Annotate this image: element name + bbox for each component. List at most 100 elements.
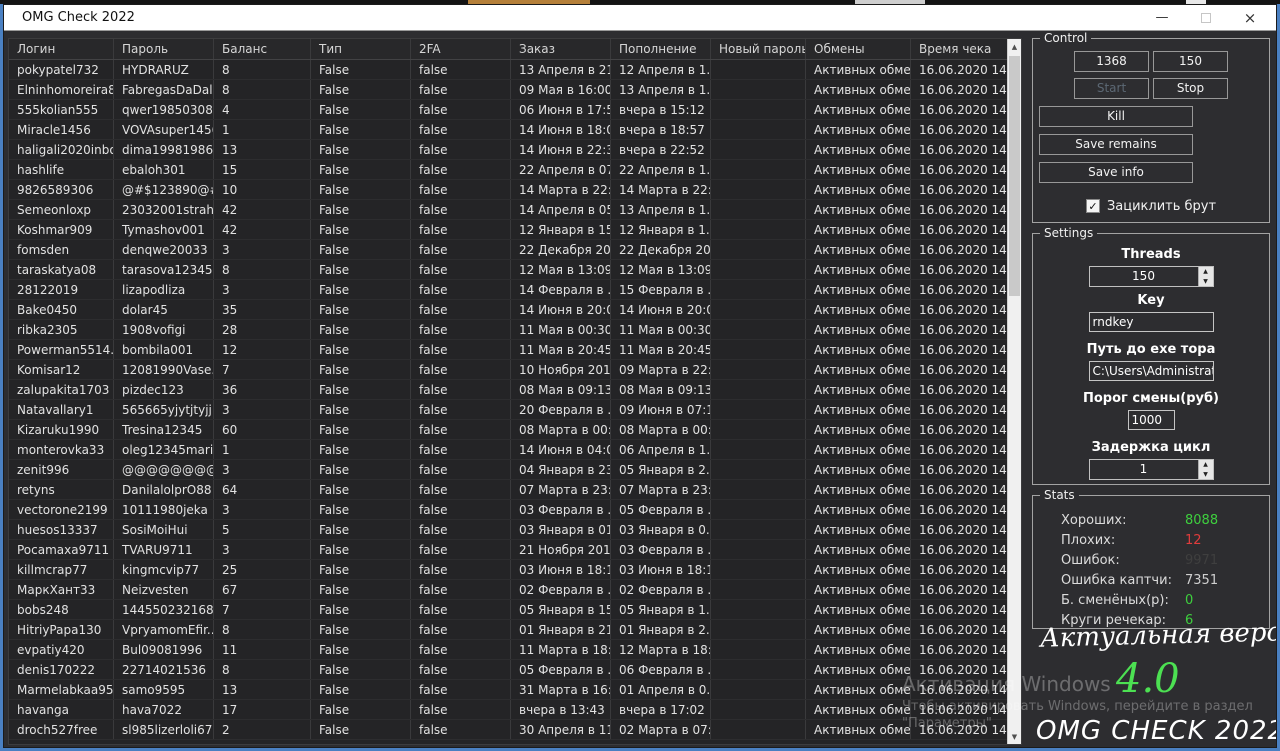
- column-header[interactable]: Баланс: [214, 39, 311, 59]
- stop-button[interactable]: Stop: [1153, 78, 1228, 99]
- vertical-scrollbar[interactable]: ▲ ▼: [1007, 39, 1021, 744]
- table-cell: Активных обме...: [806, 280, 911, 299]
- table-cell: False: [311, 180, 411, 199]
- table-row[interactable]: Koshmar909Tymashov00142Falsefalse12 Янва…: [9, 220, 1021, 240]
- table-cell: HitriyPapa130: [9, 620, 114, 639]
- table-row[interactable]: 9826589306@#$123890@#$10Falsefalse14 Мар…: [9, 180, 1021, 200]
- table-cell: False: [311, 200, 411, 219]
- column-header[interactable]: Логин: [9, 39, 114, 59]
- table-cell: 8: [214, 80, 311, 99]
- table-row[interactable]: bobs2481445502321684b7Falsefalse05 Январ…: [9, 600, 1021, 620]
- table-row[interactable]: Powerman5514...bombila00112Falsefalse11 …: [9, 340, 1021, 360]
- table-row[interactable]: haligali2020inboxdima19981986...13Falsef…: [9, 140, 1021, 160]
- table-row[interactable]: Miracle1456VOVAsuper14561Falsefalse14 Ию…: [9, 120, 1021, 140]
- spinner-down-icon[interactable]: ▼: [1199, 470, 1213, 480]
- table-row[interactable]: taraskatya08tarasova1234568Falsefalse12 …: [9, 260, 1021, 280]
- stat-value: 7351: [1185, 573, 1218, 588]
- column-header[interactable]: Пополнение: [611, 39, 711, 59]
- table-row[interactable]: retynsDanilalolprO8864Falsefalse07 Марта…: [9, 480, 1021, 500]
- stat-value: 0: [1185, 593, 1193, 608]
- threshold-input[interactable]: 1000: [1128, 410, 1175, 430]
- table-row[interactable]: HitriyPapa130VpryamomEfir...8Falsefalse0…: [9, 620, 1021, 640]
- table-row[interactable]: pokypatel732HYDRARUZ8Falsefalse13 Апреля…: [9, 60, 1021, 80]
- column-header[interactable]: Тип: [311, 39, 411, 59]
- table-cell: false: [411, 180, 511, 199]
- table-cell: monterovka33: [9, 440, 114, 459]
- column-header[interactable]: Время чека: [911, 39, 1021, 59]
- table-cell: Powerman5514...: [9, 340, 114, 359]
- table-cell: 25: [214, 560, 311, 579]
- scrollbar-thumb[interactable]: [1009, 56, 1020, 296]
- table-row[interactable]: monterovka33oleg12345mari...1Falsefalse1…: [9, 440, 1021, 460]
- table-cell: 09 Марта в 22:50: [611, 360, 711, 379]
- key-input[interactable]: rndkey: [1089, 312, 1214, 332]
- table-row[interactable]: zenit996@@@@@@@@...3Falsefalse04 Января …: [9, 460, 1021, 480]
- table-cell: evpatiy420: [9, 640, 114, 659]
- table-row[interactable]: Marmelabkaa95samo959513Falsefalse31 Март…: [9, 680, 1021, 700]
- table-row[interactable]: killmcrap77kingmcvip7725Falsefalse03 Июн…: [9, 560, 1021, 580]
- table-cell: вчера в 17:02: [611, 700, 711, 719]
- table-row[interactable]: hashlifeebaloh30115Falsefalse22 Апреля в…: [9, 160, 1021, 180]
- table-row[interactable]: 555kolian555qwer19850308...4Falsefalse06…: [9, 100, 1021, 120]
- scroll-up-icon[interactable]: ▲: [1008, 39, 1021, 54]
- table-row[interactable]: Kizaruku1990Tresina1234560Falsefalse08 М…: [9, 420, 1021, 440]
- minimize-button[interactable]: —: [1140, 5, 1184, 30]
- kill-button[interactable]: Kill: [1039, 106, 1193, 127]
- table-row[interactable]: Elninhomoreira8FabregasDaDal...8Falsefal…: [9, 80, 1021, 100]
- table-cell: 05 Января в 15...: [511, 600, 611, 619]
- titlebar[interactable]: OMG Check 2022 — ×: [4, 5, 1276, 31]
- table-row[interactable]: Pocamaxa9711TVARU97113Falsefalse21 Ноябр…: [9, 540, 1021, 560]
- maximize-icon: [1201, 13, 1211, 23]
- table-row[interactable]: 28122019lizapodliza3Falsefalse14 Февраля…: [9, 280, 1021, 300]
- table-cell: Активных обме...: [806, 240, 911, 259]
- table-cell: 20 Февраля в ...: [511, 400, 611, 419]
- save-remains-button[interactable]: Save remains: [1039, 134, 1193, 155]
- table-cell: False: [311, 320, 411, 339]
- table-row[interactable]: МаркХант33Neizvesten67Falsefalse02 Февра…: [9, 580, 1021, 600]
- scroll-down-icon[interactable]: ▼: [1008, 729, 1021, 744]
- spinner-down-icon[interactable]: ▼: [1199, 277, 1213, 287]
- maximize-button[interactable]: [1184, 5, 1228, 30]
- column-header[interactable]: Обмены: [806, 39, 911, 59]
- counter-right-button[interactable]: 150: [1153, 51, 1228, 72]
- table-row[interactable]: fomsdendenqwe200333Falsefalse22 Декабря …: [9, 240, 1021, 260]
- table-row[interactable]: zalupakita1703pizdec12336Falsefalse08 Ма…: [9, 380, 1021, 400]
- table-row[interactable]: Bake0450dolar4535Falsefalse14 Июня в 20:…: [9, 300, 1021, 320]
- control-group-label: Control: [1040, 32, 1091, 45]
- threads-stepper[interactable]: 150 ▲ ▼: [1089, 266, 1214, 287]
- table-cell: Активных обме...: [806, 120, 911, 139]
- table-cell: 16.06.2020 14:...: [911, 200, 1021, 219]
- table-row[interactable]: ribka23051908vofigi28Falsefalse11 Мая в …: [9, 320, 1021, 340]
- counter-left-button[interactable]: 1368: [1074, 51, 1149, 72]
- column-header[interactable]: Пароль: [114, 39, 214, 59]
- table-cell: [711, 640, 806, 659]
- start-button[interactable]: Start: [1074, 78, 1149, 99]
- spinner-up-icon[interactable]: ▲: [1199, 460, 1213, 470]
- close-button[interactable]: ×: [1228, 5, 1272, 30]
- table-cell: 01 Апреля в 0...: [611, 680, 711, 699]
- table-cell: dima19981986...: [114, 140, 214, 159]
- delay-value[interactable]: 1: [1090, 460, 1198, 479]
- table-row[interactable]: Natavallary1565665yjytjtyjj...3Falsefals…: [9, 400, 1021, 420]
- table-cell: Активных обме...: [806, 260, 911, 279]
- tor-path-input[interactable]: C:\Users\Administrator: [1089, 361, 1214, 381]
- table-row[interactable]: droch527freesl985lizerloli672Falsefalse3…: [9, 720, 1021, 740]
- table-cell: False: [311, 600, 411, 619]
- table-row[interactable]: havangahava702217Falsefalseвчера в 13:43…: [9, 700, 1021, 720]
- spinner-up-icon[interactable]: ▲: [1199, 267, 1213, 277]
- table-row[interactable]: denis170222227140215368Falsefalse05 Февр…: [9, 660, 1021, 680]
- table-cell: zenit996: [9, 460, 114, 479]
- table-row[interactable]: evpatiy420Bul0908199611Falsefalse11 Март…: [9, 640, 1021, 660]
- delay-stepper[interactable]: 1 ▲ ▼: [1089, 459, 1214, 480]
- table-row[interactable]: Komisar1212081990Vase...7Falsefalse10 Но…: [9, 360, 1021, 380]
- stats-group: Stats Хороших:8088Плохих:12Ошибок:9971Ош…: [1032, 495, 1270, 629]
- table-row[interactable]: huesos13337SosiMoiHui5Falsefalse03 Январ…: [9, 520, 1021, 540]
- loop-brute-checkbox[interactable]: ✓: [1086, 199, 1100, 213]
- column-header[interactable]: Новый пароль: [711, 39, 806, 59]
- column-header[interactable]: 2FA: [411, 39, 511, 59]
- table-row[interactable]: vectorone219910111980jeka3Falsefalse03 Ф…: [9, 500, 1021, 520]
- table-row[interactable]: Semeonloxp23032001strah42Falsefalse14 Ап…: [9, 200, 1021, 220]
- threads-value[interactable]: 150: [1090, 267, 1198, 286]
- column-header[interactable]: Заказ: [511, 39, 611, 59]
- save-info-button[interactable]: Save info: [1039, 162, 1193, 183]
